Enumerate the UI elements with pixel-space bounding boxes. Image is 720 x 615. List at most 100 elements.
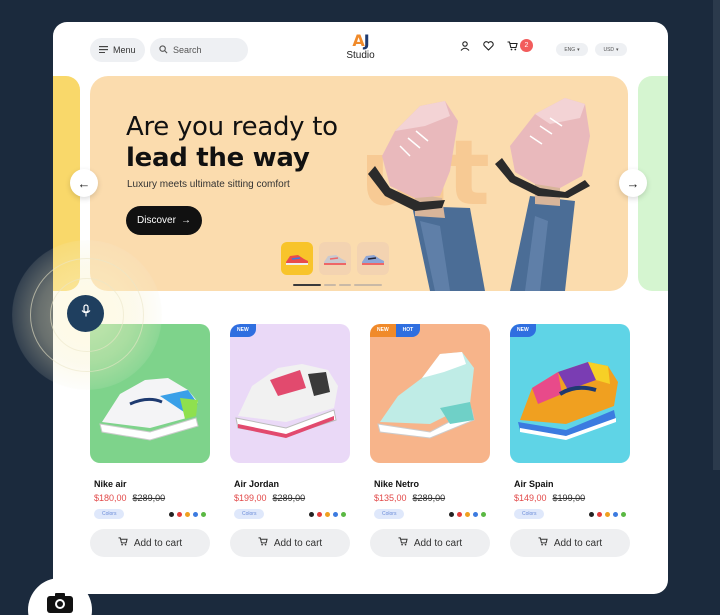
product-image[interactable]: NEW HOT xyxy=(370,324,490,463)
previous-slide-button[interactable]: ← xyxy=(70,169,98,197)
colors-label: Colors xyxy=(234,509,265,519)
product-price: $135,00 xyxy=(374,493,407,503)
color-swatch[interactable] xyxy=(333,511,338,517)
currency-value: USD xyxy=(603,46,615,53)
voice-search-button[interactable] xyxy=(67,295,104,332)
cart-button[interactable]: 2 xyxy=(507,39,533,52)
color-swatch[interactable] xyxy=(193,511,198,517)
add-to-cart-label: Add to cart xyxy=(273,537,323,549)
discover-button[interactable]: Discover → xyxy=(126,206,202,235)
slide-thumbnail[interactable] xyxy=(281,242,313,275)
color-swatch[interactable] xyxy=(621,511,626,517)
product-tags: NEW HOT xyxy=(370,324,421,337)
color-swatch[interactable] xyxy=(473,511,478,517)
product-name[interactable]: Air Jordan xyxy=(230,479,350,489)
color-swatch[interactable] xyxy=(605,511,610,517)
new-tag: NEW xyxy=(230,324,256,337)
menu-button[interactable]: Menu xyxy=(90,38,145,62)
product-image[interactable]: NEW xyxy=(230,324,350,463)
color-swatch[interactable] xyxy=(481,511,486,517)
hot-tag: HOT xyxy=(395,324,421,337)
product-card[interactable]: NEW Air Spain $149,00 $199,00 Colors Add… xyxy=(510,324,630,557)
colors-label: Colors xyxy=(94,509,125,519)
product-prices: $149,00 $199,00 xyxy=(510,493,630,503)
color-swatch[interactable] xyxy=(177,511,182,517)
color-swatch[interactable] xyxy=(613,511,618,517)
color-swatch[interactable] xyxy=(201,511,206,517)
add-to-cart-button[interactable]: Add to cart xyxy=(510,529,630,557)
arrow-right-icon: → xyxy=(180,215,191,226)
add-to-cart-label: Add to cart xyxy=(413,537,463,549)
slide-thumbnail[interactable] xyxy=(357,242,389,275)
chevron-down-icon: ▾ xyxy=(577,46,580,53)
heart-icon[interactable] xyxy=(483,40,494,51)
hero-banner: ult Are you ready to lead the way Luxury… xyxy=(90,76,628,291)
color-swatch[interactable] xyxy=(185,511,190,517)
currency-select[interactable]: USD ▾ xyxy=(595,43,627,56)
product-name[interactable]: Nike Netro xyxy=(370,479,490,489)
product-card[interactable]: NEW Air Jordan $199,00 $289,00 Colors Ad… xyxy=(230,324,350,557)
product-colors: Colors xyxy=(90,509,210,519)
product-name[interactable]: Air Spain xyxy=(510,479,630,489)
slide-thumbnail[interactable] xyxy=(319,242,351,275)
add-to-cart-label: Add to cart xyxy=(553,537,603,549)
color-swatch[interactable] xyxy=(589,511,594,517)
product-prices: $199,00 $289,00 xyxy=(230,493,350,503)
product-price: $180,00 xyxy=(94,493,127,503)
top-navigation: Menu Search AJ Studio 2 ENG ▾ USD ▾ xyxy=(53,22,668,74)
add-to-cart-label: Add to cart xyxy=(133,537,183,549)
arrow-left-icon: ← xyxy=(77,175,91,191)
color-swatch[interactable] xyxy=(317,511,322,517)
slide-indicator[interactable] xyxy=(324,284,336,286)
product-grid: Nike air $180,00 $289,00 Colors Add to c… xyxy=(90,324,630,557)
logo-mark: AJ xyxy=(352,31,369,50)
product-old-price: $289,00 xyxy=(132,493,166,503)
product-image[interactable]: NEW xyxy=(510,324,630,463)
color-swatch[interactable] xyxy=(341,511,346,517)
colors-label: Colors xyxy=(514,509,545,519)
color-swatch[interactable] xyxy=(597,511,602,517)
product-prices: $180,00 $289,00 xyxy=(90,493,210,503)
product-card[interactable]: NEW HOT Nike Netro $135,00 $289,00 Color… xyxy=(370,324,490,557)
cart-icon xyxy=(398,537,408,549)
product-colors: Colors xyxy=(370,509,490,519)
color-swatch[interactable] xyxy=(325,511,330,517)
language-value: ENG xyxy=(564,46,576,53)
search-placeholder: Search xyxy=(173,45,202,55)
add-to-cart-button[interactable]: Add to cart xyxy=(370,529,490,557)
product-colors: Colors xyxy=(230,509,350,519)
chevron-down-icon: ▾ xyxy=(616,46,619,53)
product-price: $199,00 xyxy=(234,493,267,503)
slide-progress xyxy=(293,284,382,286)
product-prices: $135,00 $289,00 xyxy=(370,493,490,503)
background-edge xyxy=(713,0,720,470)
search-input[interactable]: Search xyxy=(150,38,248,62)
color-swatch[interactable] xyxy=(457,511,462,517)
product-old-price: $199,00 xyxy=(552,493,586,503)
hamburger-icon xyxy=(99,45,108,55)
hero-headline-line2: lead the way xyxy=(126,143,310,173)
language-select[interactable]: ENG ▾ xyxy=(556,43,588,56)
add-to-cart-button[interactable]: Add to cart xyxy=(230,529,350,557)
new-tag: NEW xyxy=(510,324,536,337)
header-icons: 2 xyxy=(459,39,533,52)
logo[interactable]: AJ Studio xyxy=(338,31,383,62)
cart-icon xyxy=(538,537,548,549)
search-icon xyxy=(159,44,168,56)
arrow-right-icon: → xyxy=(626,175,640,191)
color-swatch[interactable] xyxy=(465,511,470,517)
hero-subtitle: Luxury meets ultimate sitting comfort xyxy=(127,179,290,190)
cart-icon xyxy=(258,537,268,549)
color-swatch[interactable] xyxy=(309,511,314,517)
slide-indicator[interactable] xyxy=(293,284,321,286)
user-icon[interactable] xyxy=(459,40,470,51)
color-swatch[interactable] xyxy=(449,511,454,517)
add-to-cart-button[interactable]: Add to cart xyxy=(90,529,210,557)
product-name[interactable]: Nike air xyxy=(90,479,210,489)
product-price: $149,00 xyxy=(514,493,547,503)
next-slide-button[interactable]: → xyxy=(619,169,647,197)
color-swatch[interactable] xyxy=(169,511,174,517)
slide-indicator[interactable] xyxy=(354,284,382,286)
colors-label: Colors xyxy=(374,509,405,519)
slide-indicator[interactable] xyxy=(339,284,351,286)
